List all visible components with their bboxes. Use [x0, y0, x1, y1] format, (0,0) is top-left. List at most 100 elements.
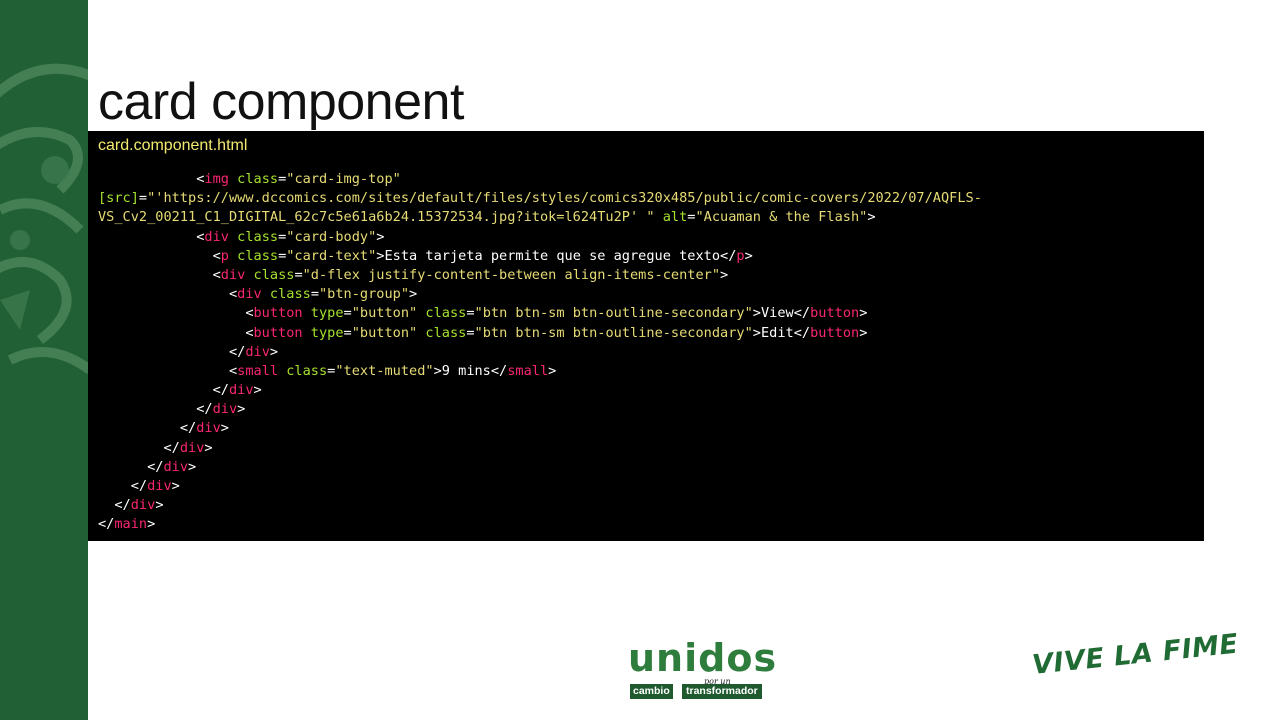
code-token: p	[736, 247, 745, 264]
code-token: class	[253, 266, 295, 283]
code-token: >	[253, 382, 262, 399]
code-token: >	[269, 343, 279, 360]
code-line: </div>	[98, 419, 1198, 438]
code-line: [src]="'https://www.dccomics.com/sites/d…	[98, 189, 1198, 208]
code-token: class	[237, 171, 279, 187]
code-token: "btn btn-sm btn-outline-secondary"	[474, 305, 753, 322]
code-token: >	[859, 305, 868, 322]
code-token: <	[98, 286, 238, 303]
code-line: <p class="card-text">Esta tarjeta permit…	[98, 247, 1198, 266]
code-token: small	[507, 362, 549, 379]
code-token: </	[98, 478, 148, 494]
code-token: [src]	[98, 190, 139, 207]
code-panel: card.component.html <img class="card-img…	[88, 131, 1204, 541]
code-token: class	[237, 247, 279, 264]
code-token: button	[810, 324, 860, 341]
code-token: </	[98, 343, 246, 360]
code-token: >	[720, 266, 729, 283]
code-token: <	[98, 266, 221, 283]
code-token: >	[859, 324, 868, 341]
logo-word: unidos	[628, 636, 778, 680]
code-token: class	[269, 286, 311, 303]
code-token: button	[810, 305, 860, 322]
code-token: "btn btn-sm btn-outline-secondary"	[474, 324, 753, 341]
code-token: <	[98, 305, 254, 322]
code-token: =	[294, 266, 303, 283]
code-token: "Acuaman & the Flash"	[695, 209, 868, 226]
code-token: "text-muted"	[335, 362, 434, 379]
code-line: </div>	[98, 477, 1198, 496]
code-token: >9 mins</	[433, 362, 508, 379]
code-line: <button type="button" class="btn btn-sm …	[98, 324, 1198, 343]
code-token: img	[204, 171, 229, 187]
code-token: >	[188, 458, 197, 475]
code-token: VS_Cv2_00211_C1_DIGITAL_62c7c5e61a6b24.1…	[98, 209, 655, 226]
code-token: class	[237, 228, 279, 245]
code-token: >	[171, 478, 180, 494]
code-token: >	[744, 247, 753, 264]
code-line: </div>	[98, 458, 1198, 477]
logo-transformador: transformador	[682, 684, 762, 699]
code-token: =	[138, 190, 148, 207]
code-body: <img class="card-img-top" [src]="'https:/…	[98, 170, 1198, 535]
code-token: >	[548, 362, 557, 379]
code-line: <small class="text-muted">9 mins</small>	[98, 362, 1198, 381]
code-token: </	[98, 382, 229, 399]
code-token: =	[466, 324, 475, 341]
code-token: div	[196, 420, 221, 437]
code-line: </div>	[98, 496, 1198, 515]
code-token: "button"	[351, 305, 418, 322]
code-token: div	[228, 382, 254, 399]
code-line: </div>	[98, 381, 1198, 400]
code-token: "card-text"	[286, 247, 377, 264]
code-token: "d-flex justify-content-between align-it…	[302, 266, 721, 283]
code-token: button	[253, 305, 303, 322]
tiger-mascot-icon	[0, 63, 88, 375]
code-token: >	[220, 420, 229, 437]
code-line: <button type="button" class="btn btn-sm …	[98, 304, 1198, 323]
code-line: VS_Cv2_00211_C1_DIGITAL_62c7c5e61a6b24.1…	[98, 208, 1198, 227]
code-token: >View</	[752, 305, 811, 322]
code-token: </	[98, 420, 197, 437]
code-line: <div class="d-flex justify-content-betwe…	[98, 266, 1198, 285]
code-token: type	[310, 305, 344, 322]
slogan-logo: VIVE LA FIME	[1030, 628, 1240, 681]
code-token: p	[220, 247, 229, 264]
code-token: "button"	[351, 324, 418, 341]
code-token: "'https://www.dccomics.com/sites/default…	[147, 190, 982, 207]
code-token: </	[98, 439, 180, 456]
code-token: div	[163, 458, 189, 475]
code-token: "btn-group"	[319, 286, 410, 303]
code-token: </	[98, 401, 213, 418]
code-line: </div>	[98, 400, 1198, 419]
code-token: "card-img-top"	[286, 171, 401, 187]
code-token: type	[310, 324, 344, 341]
code-token: </	[98, 497, 131, 514]
code-token: small	[237, 362, 279, 379]
code-token: =	[466, 305, 475, 322]
code-token: >Edit</	[752, 324, 811, 341]
code-token: >	[204, 439, 213, 456]
code-token: alt	[662, 209, 688, 226]
slide-title: card component	[98, 73, 464, 131]
code-token: class	[425, 305, 467, 322]
code-token: >Esta tarjeta permite que se agregue tex…	[376, 247, 737, 264]
code-token: </	[98, 516, 115, 533]
code-token: div	[237, 286, 262, 303]
code-line: </div>	[98, 343, 1198, 362]
code-token: div	[130, 497, 156, 514]
code-token: <	[98, 247, 221, 264]
code-line: </div>	[98, 439, 1198, 458]
code-token: >	[155, 497, 164, 514]
code-token: button	[253, 324, 303, 341]
code-token: div	[147, 478, 172, 494]
code-token: <	[98, 228, 205, 245]
